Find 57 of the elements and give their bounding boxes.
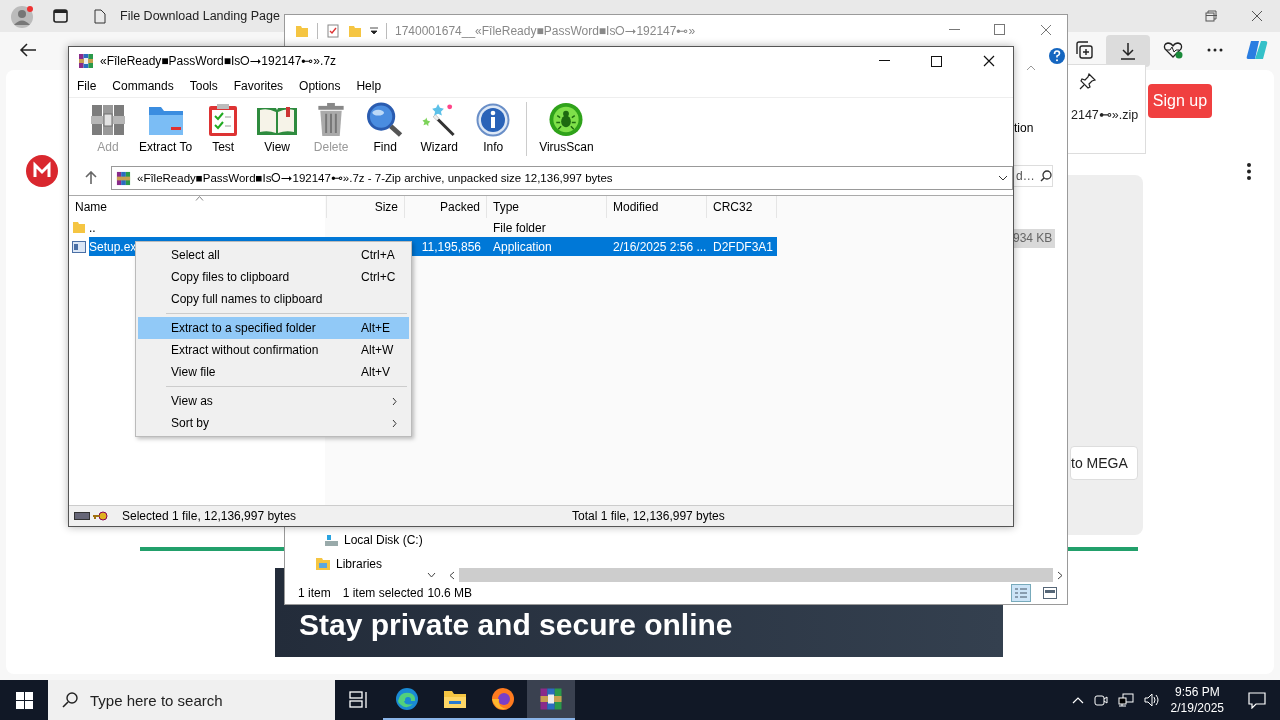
column-header[interactable]: Modified xyxy=(607,196,707,218)
table-cell: 2/16/2025 2:56 ... xyxy=(613,239,707,254)
path-field[interactable]: «FîleReady■PassWord■Is⭘➞192147⊷».7z - 7-Zip archive, unpacked size 12,136,997 bytes xyxy=(111,166,1013,190)
menu-item[interactable]: Tools xyxy=(189,79,218,93)
toolbar-button[interactable]: VirusScan xyxy=(539,102,594,154)
menu-item[interactable]: Copy full names to clipboard xyxy=(138,288,409,310)
column-header[interactable]: Type xyxy=(487,196,607,218)
table-cell: 11,195,856 xyxy=(421,239,481,254)
menu-item[interactable]: File xyxy=(77,79,97,93)
menu-item[interactable]: Commands xyxy=(112,79,174,93)
toolbar-button[interactable]: Extract To xyxy=(139,102,193,154)
toolbar-button[interactable]: Wizard xyxy=(416,102,463,154)
menu-item[interactable]: Favorites xyxy=(233,79,284,93)
toolbar-button[interactable]: View xyxy=(254,102,301,154)
column-header[interactable]: Packed xyxy=(405,196,487,218)
clock-date[interactable]: 2/19/2025 xyxy=(1170,700,1224,716)
menu-item[interactable]: Extract to a specified folder Alt+E xyxy=(138,317,409,339)
browser-tab[interactable]: File Download Landing Page xyxy=(84,0,282,32)
download-filename[interactable]: 2147⊷».zip xyxy=(1071,107,1139,122)
ribbon-label[interactable]: tion xyxy=(1014,121,1034,135)
menu-item[interactable]: View file Alt+V xyxy=(138,361,409,383)
menu-item[interactable]: Copy files to clipboard Ctrl+C xyxy=(138,266,409,288)
table-cell: Application xyxy=(493,239,552,254)
menu-item[interactable]: Sort by xyxy=(138,412,409,434)
search-box[interactable]: d… xyxy=(1013,165,1053,187)
nav-item[interactable]: Libraries xyxy=(336,557,383,571)
file-row[interactable]: .. File folder xyxy=(69,218,777,237)
table-cell: D2FDF3A1 xyxy=(713,239,774,254)
selection-size: 10.6 MB xyxy=(427,586,473,600)
save-to-cloud-button[interactable]: to MEGA xyxy=(1070,446,1138,480)
table-cell: Setup.ex xyxy=(89,239,137,254)
status-text: Total 1 file, 12,136,997 bytes xyxy=(572,509,725,523)
table-cell: 934 KB xyxy=(1013,229,1055,248)
sign-up-button[interactable]: Sign up xyxy=(1148,84,1212,118)
search-field[interactable]: d… xyxy=(1014,169,1038,183)
clock-time[interactable]: 9:56 PM xyxy=(1174,684,1220,700)
column-header[interactable]: Name xyxy=(69,196,327,218)
banner-headline: Stay private and secure online xyxy=(299,608,733,642)
toolbar-button[interactable]: Info xyxy=(470,102,517,154)
toolbar-button[interactable]: Test xyxy=(200,102,247,154)
column-header[interactable]: Size xyxy=(327,196,405,218)
status-text: Selected 1 file, 12,136,997 bytes xyxy=(122,509,298,523)
menu-item[interactable]: Extract without confirmation Alt+W xyxy=(138,339,409,361)
table-cell: .. xyxy=(89,220,96,235)
selection-count: 1 item selected xyxy=(342,586,424,600)
item-count: 1 item xyxy=(298,586,331,600)
search-field[interactable]: Type here to search xyxy=(88,690,332,710)
window-title: 1740001674__«FîleReady■PassWord■Is⭘➞192147⊷» xyxy=(395,23,696,38)
toolbar-button[interactable]: Find xyxy=(362,102,409,154)
menu-item[interactable]: Options xyxy=(299,79,341,93)
nav-item[interactable]: Local Disk (C:) xyxy=(344,533,423,547)
column-header[interactable]: CRC32 xyxy=(707,196,777,218)
table-cell: File folder xyxy=(493,220,546,235)
window-title: «FîleReady■PassWord■Is⭘➞192147⊷».7z xyxy=(100,54,337,68)
menu-item[interactable]: View as xyxy=(138,390,409,412)
search-box[interactable]: Type here to search xyxy=(48,680,335,720)
menu-item[interactable]: Help xyxy=(356,79,382,93)
